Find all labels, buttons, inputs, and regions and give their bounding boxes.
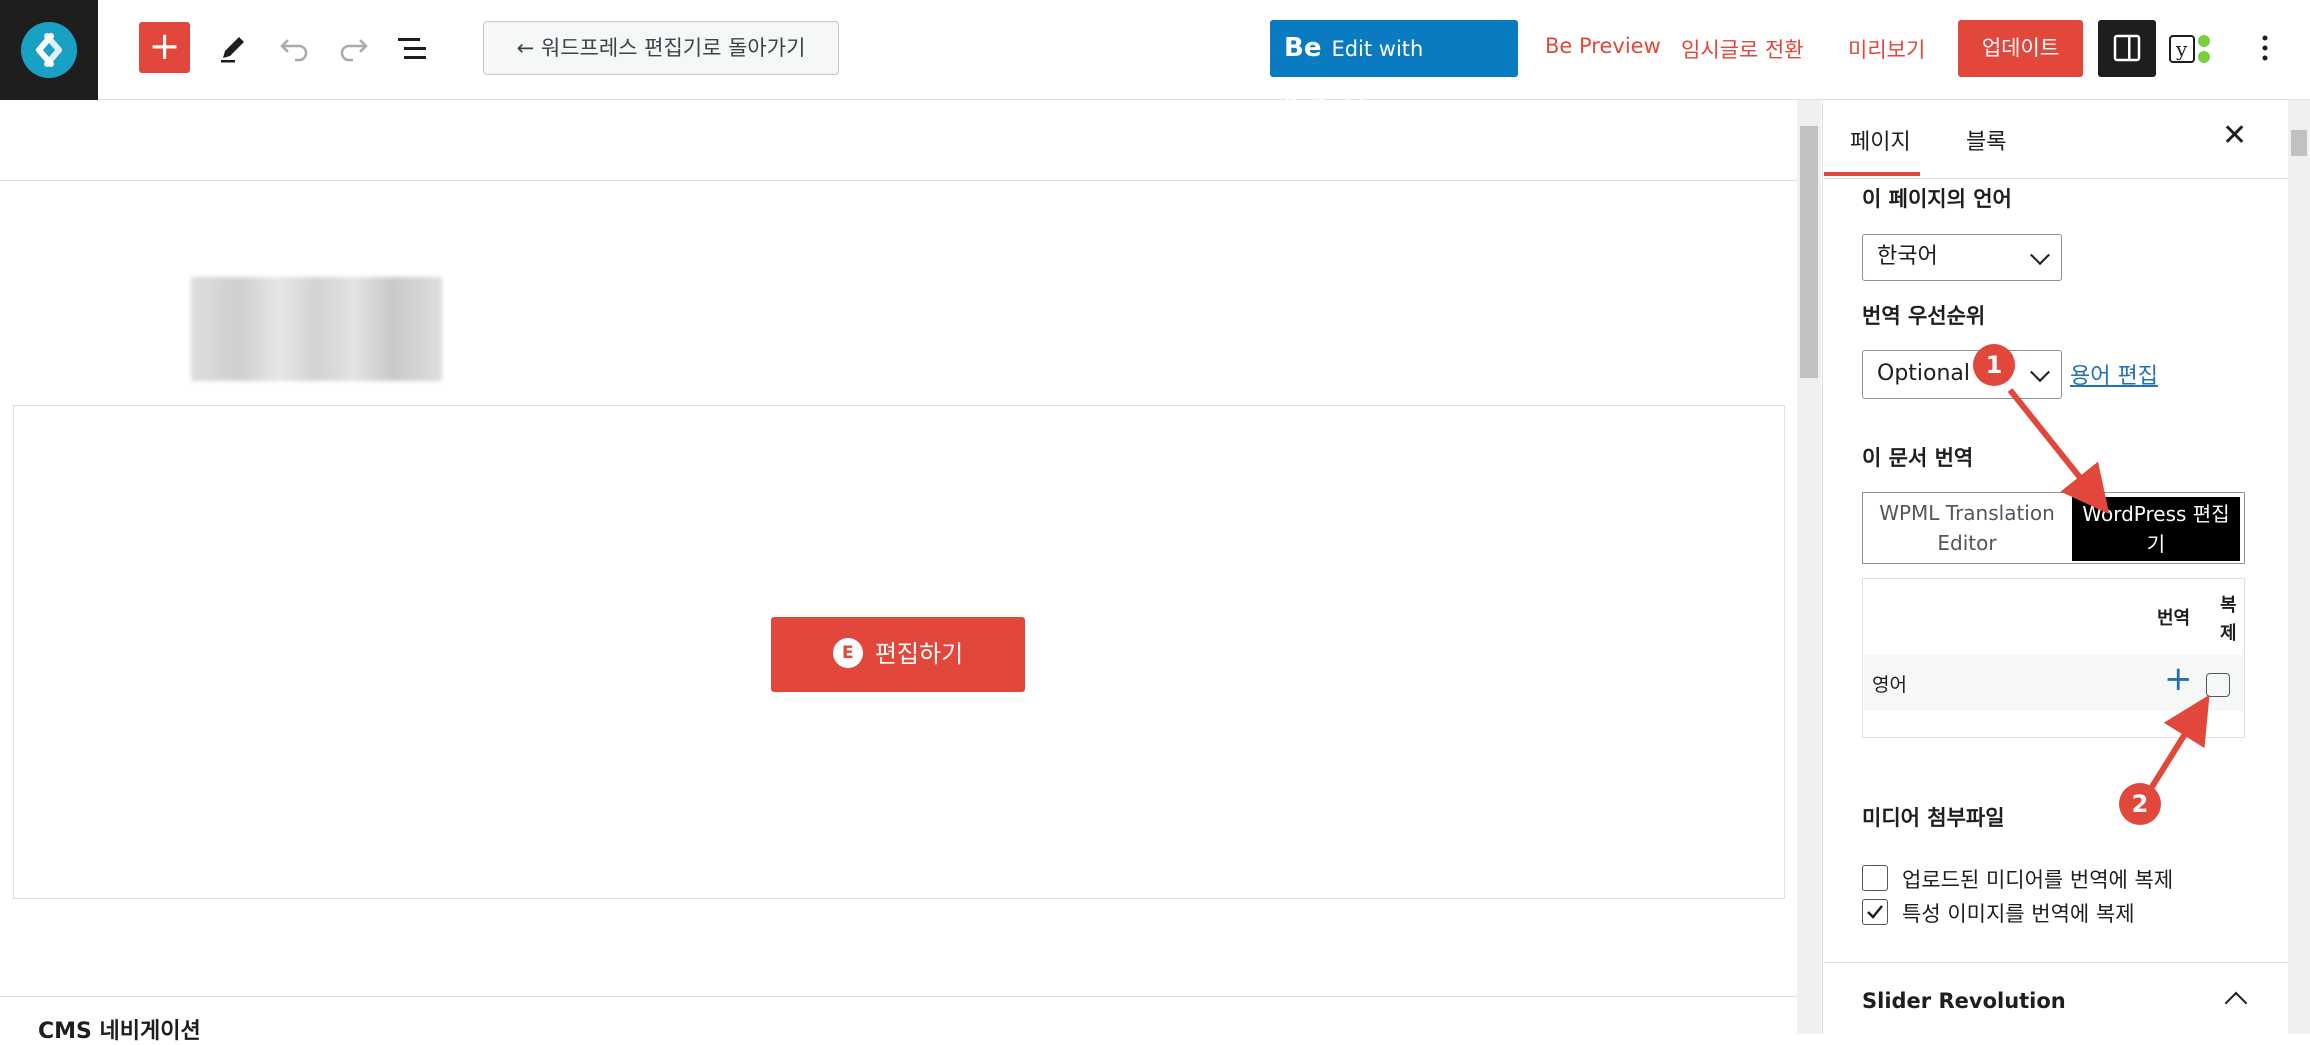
annotation-arrow-1 (2007, 388, 2110, 515)
annotation-badge-1: 1 (1973, 344, 2015, 386)
annotation-badge-2: 2 (2119, 783, 2161, 825)
annotation-arrow-2 (2147, 694, 2210, 792)
annotation-arrows (2007, 388, 2210, 792)
